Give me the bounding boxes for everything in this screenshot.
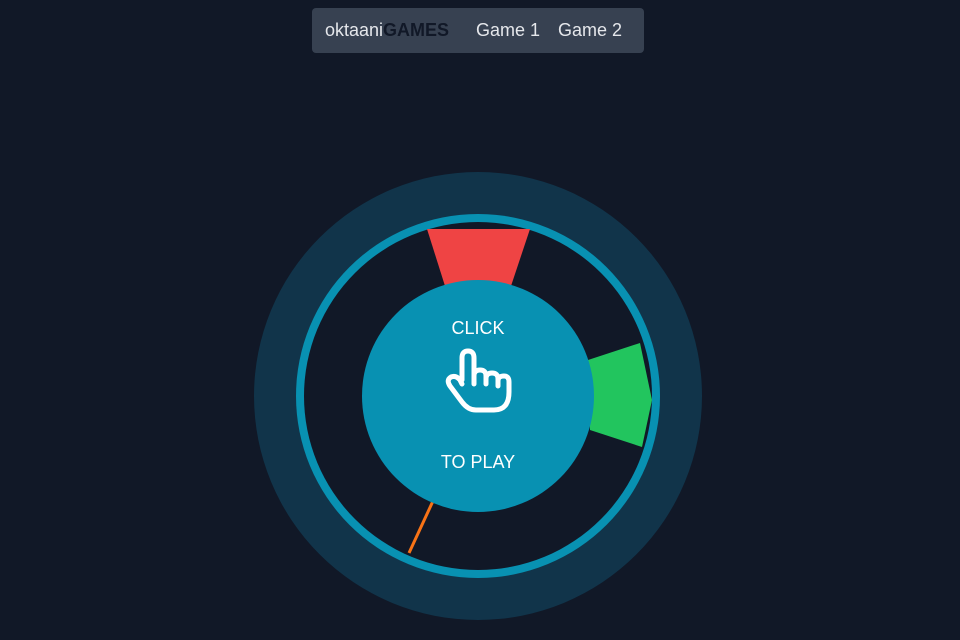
green-target-zone bbox=[588, 343, 652, 447]
play-button-circle[interactable] bbox=[362, 280, 594, 512]
game-board: CLICK TO PLAY bbox=[254, 172, 702, 620]
to-play-label: TO PLAY bbox=[441, 452, 515, 472]
play-button[interactable]: CLICK TO PLAY bbox=[362, 280, 594, 512]
click-label: CLICK bbox=[451, 318, 504, 338]
